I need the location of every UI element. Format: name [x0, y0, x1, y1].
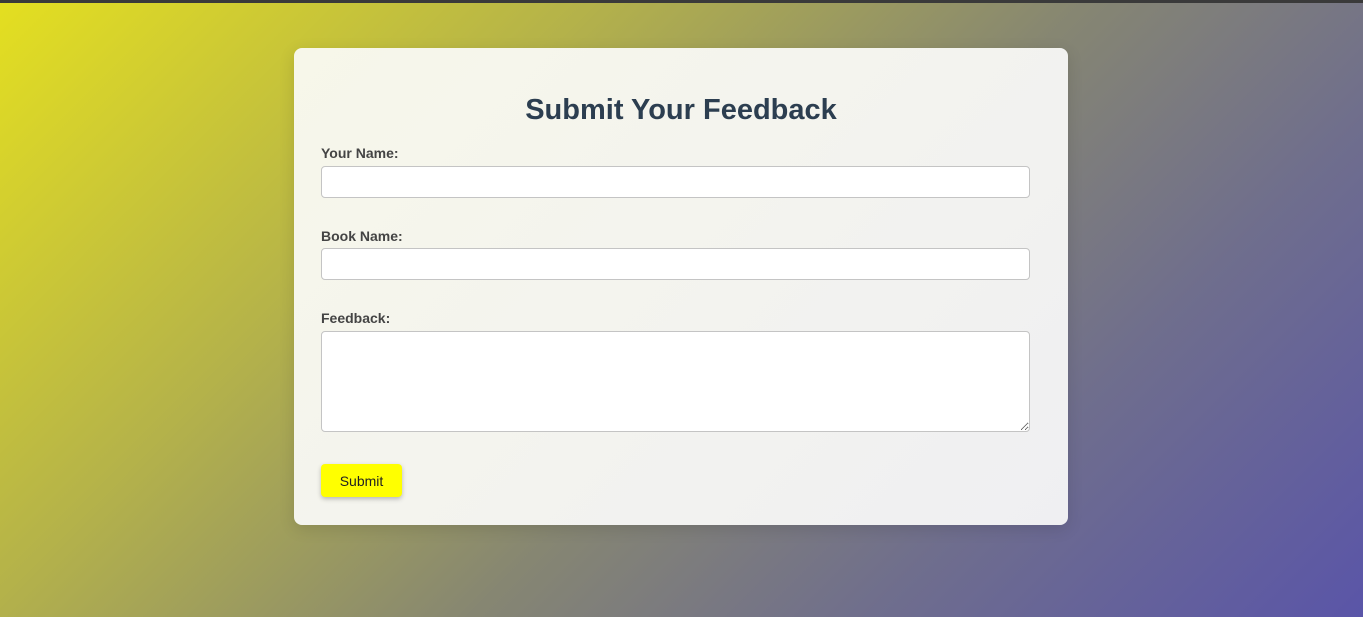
book-name-label: Book Name:	[321, 228, 403, 244]
feedback-card: Submit Your Feedback Your Name: Book Nam…	[294, 48, 1068, 525]
feedback-label: Feedback:	[321, 310, 391, 326]
feedback-textarea[interactable]	[321, 331, 1030, 432]
top-border	[0, 0, 1363, 3]
name-label: Your Name:	[321, 145, 399, 161]
book-name-input[interactable]	[321, 248, 1030, 280]
name-input[interactable]	[321, 166, 1030, 198]
submit-button[interactable]: Submit	[321, 464, 402, 497]
page-title: Submit Your Feedback	[525, 94, 837, 126]
